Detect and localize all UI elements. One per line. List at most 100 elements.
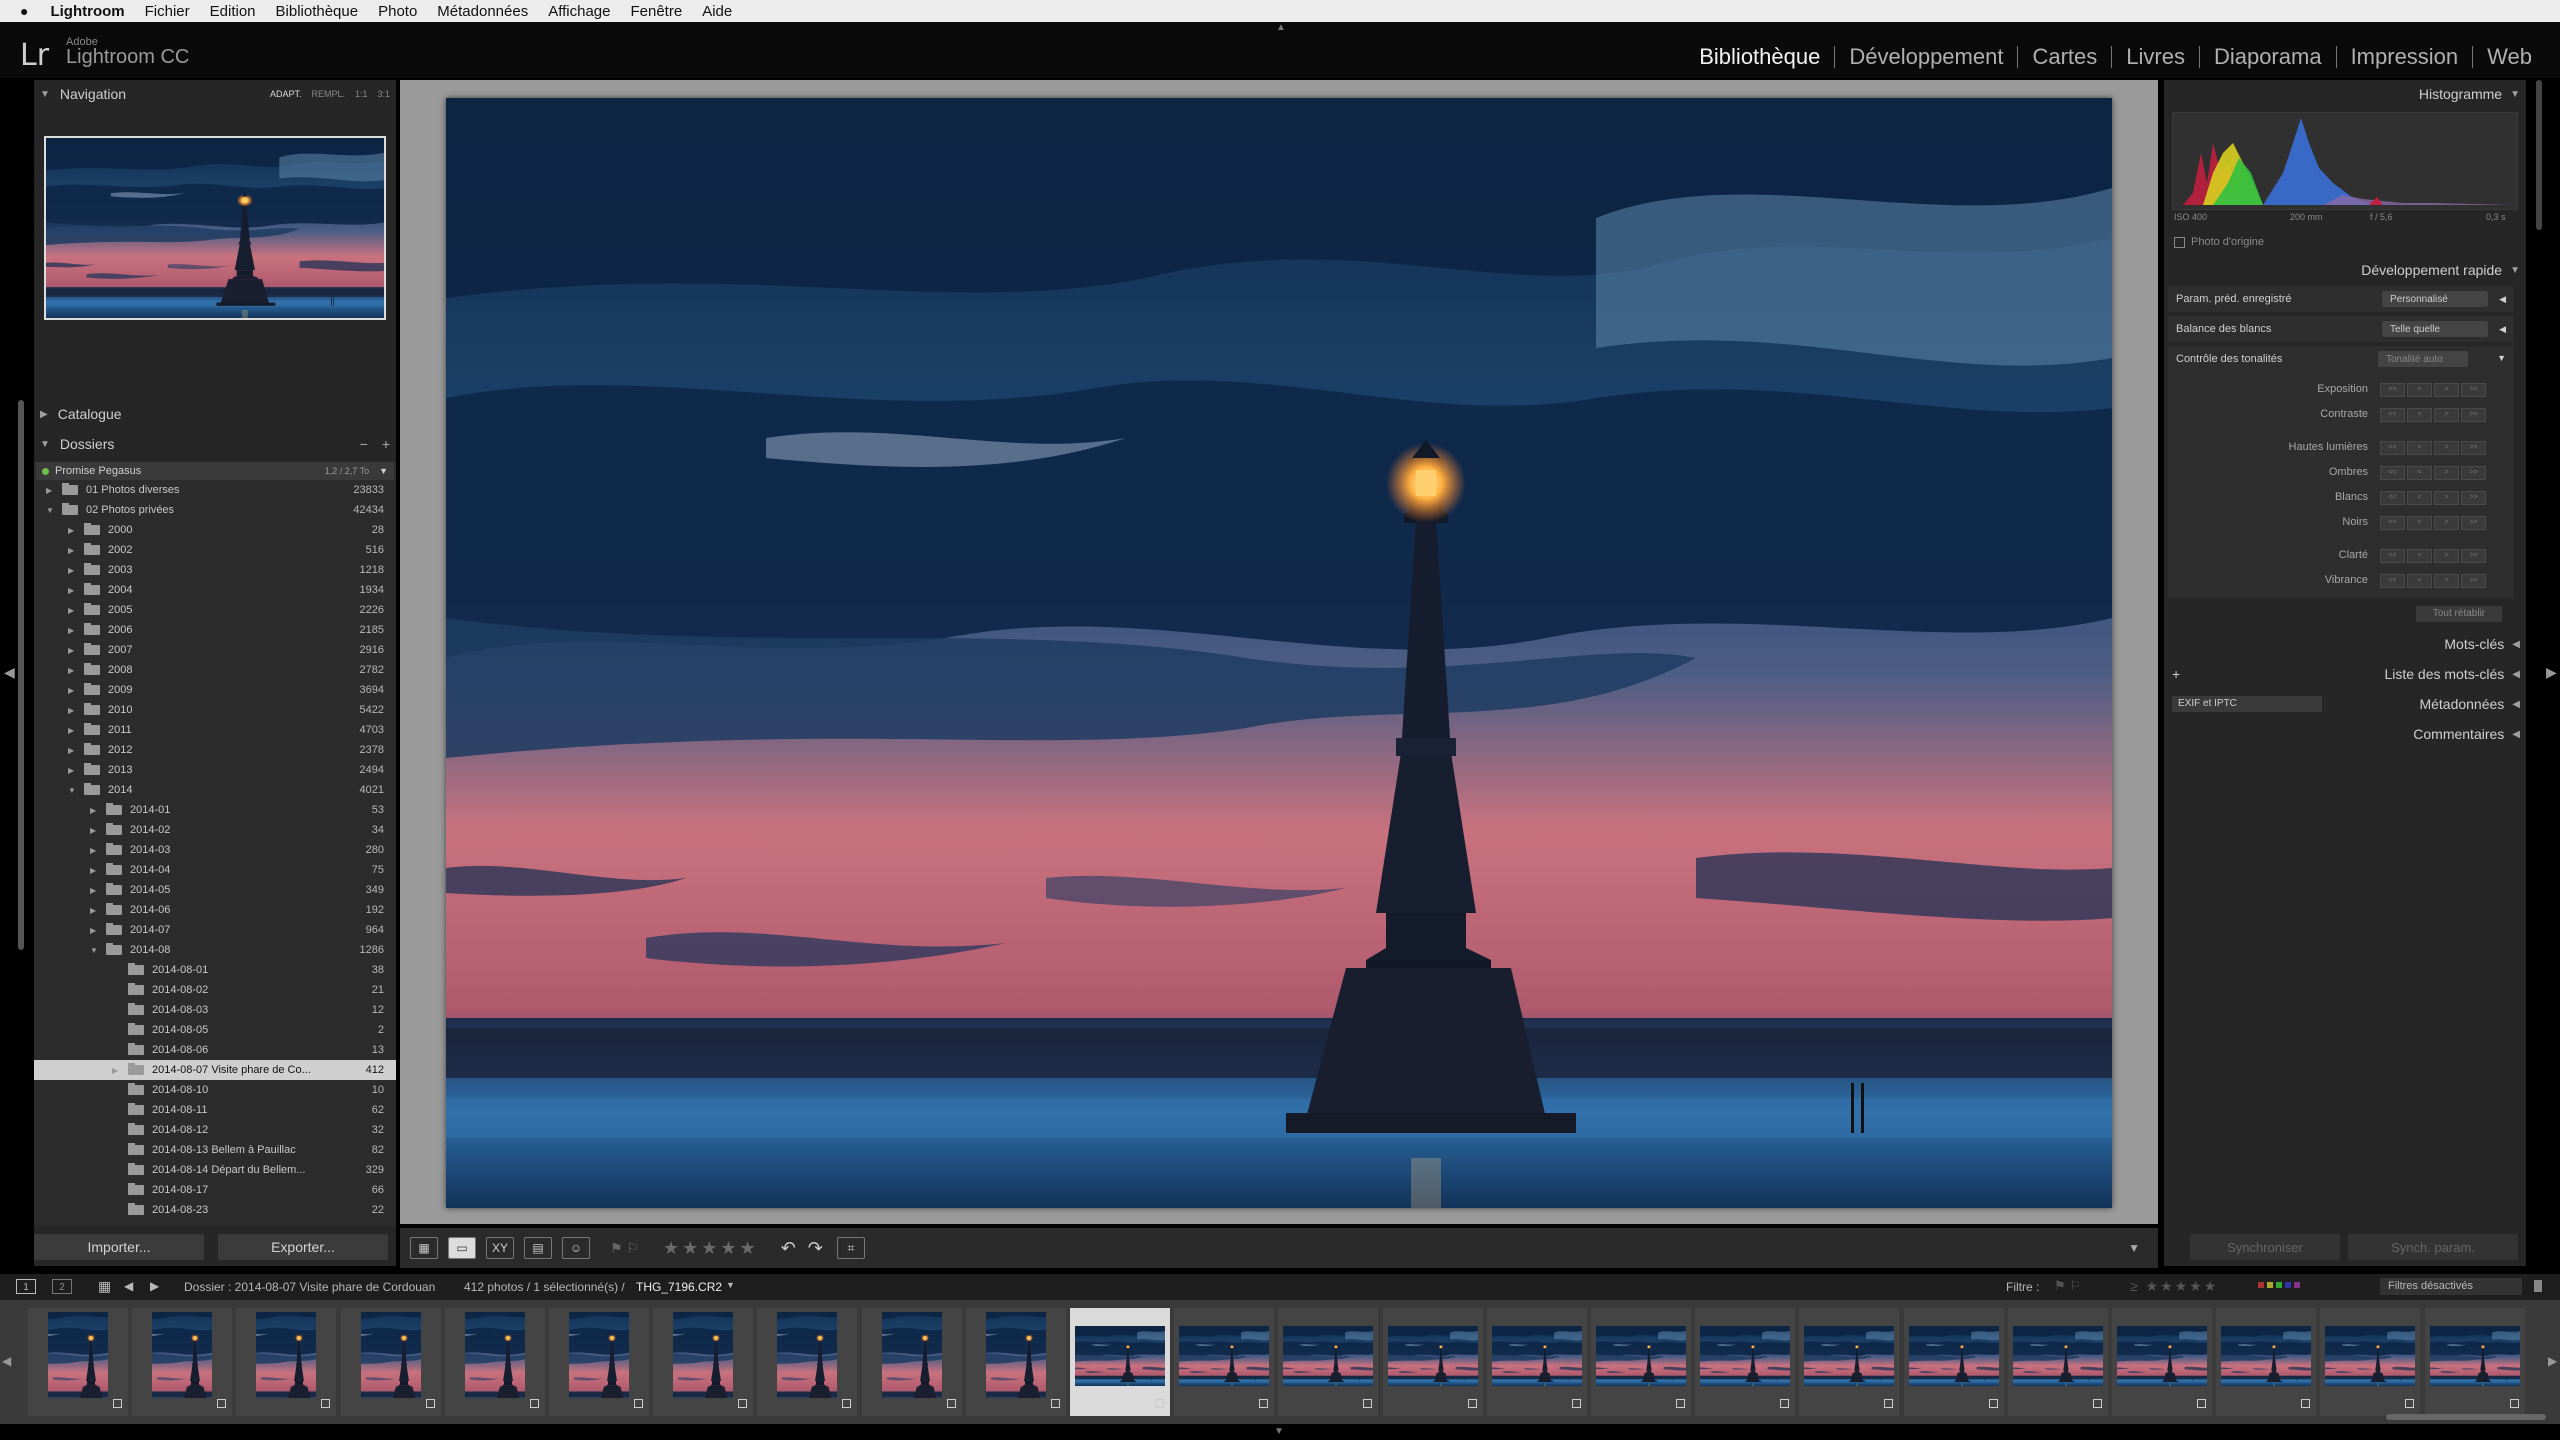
folder-disclosure-icon[interactable]: ▶	[90, 826, 100, 835]
import-button[interactable]: Importer...	[34, 1234, 204, 1260]
folder-row[interactable]: ▶ 2014-05 349	[34, 880, 396, 900]
folder-row[interactable]: ▼ 02 Photos privées 42434	[34, 500, 396, 520]
zoom-fill[interactable]: REMPL.	[311, 89, 345, 99]
volume-row[interactable]: Promise Pegasus 1,2 / 2,7 To ▼	[36, 462, 394, 480]
folder-row[interactable]: 2014-08-12 32	[34, 1120, 396, 1140]
folder-row[interactable]: 2014-08-10 10	[34, 1080, 396, 1100]
dossiers-header[interactable]: ▼ Dossiers − +	[34, 430, 396, 458]
shadows-buttons[interactable]: << < > >>	[2380, 466, 2486, 480]
folder-disclosure-icon[interactable]: ▼	[68, 786, 78, 795]
folder-row[interactable]: ▶ 2013 2494	[34, 760, 396, 780]
collapse-icon[interactable]: ▼	[2497, 353, 2506, 363]
filmstrip-thumbnail[interactable]	[2425, 1308, 2525, 1416]
filmstrip-thumbnail[interactable]	[862, 1308, 962, 1416]
filmstrip-thumbnail[interactable]	[1278, 1308, 1378, 1416]
filmstrip-thumbnail[interactable]	[28, 1308, 128, 1416]
exposure-buttons[interactable]: << < > >>	[2380, 383, 2486, 397]
module-bibliotheque[interactable]: Bibliothèque	[1685, 46, 1834, 68]
sync-settings-button[interactable]: Synch. param.	[2348, 1234, 2518, 1260]
sync-button[interactable]: Synchroniser	[2190, 1234, 2340, 1260]
survey-view-icon[interactable]: ▤	[524, 1237, 552, 1259]
grid-icon[interactable]: ▦	[98, 1278, 111, 1295]
filmstrip-thumbnail[interactable]	[2320, 1308, 2420, 1416]
menu-photo[interactable]: Photo	[378, 3, 417, 20]
filmstrip-thumbnail[interactable]	[2008, 1308, 2108, 1416]
original-photo-toggle[interactable]: Photo d'origine	[2174, 236, 2264, 248]
filter-lock-icon[interactable]	[2534, 1280, 2542, 1292]
folder-row[interactable]: ▶ 2003 1218	[34, 560, 396, 580]
white-balance-select[interactable]: Telle quelle	[2382, 321, 2488, 337]
contrast-buttons[interactable]: << < > >>	[2380, 408, 2486, 422]
folder-row[interactable]: ▶ 2014-07 964	[34, 920, 396, 940]
folder-disclosure-icon[interactable]: ▶	[112, 1066, 122, 1075]
next-icon[interactable]: ▶	[150, 1279, 159, 1293]
filmstrip-thumbnail[interactable]	[549, 1308, 649, 1416]
filmstrip-thumbnail[interactable]	[2216, 1308, 2316, 1416]
add-folder-button[interactable]: +	[382, 436, 390, 452]
histogram[interactable]	[2172, 112, 2518, 210]
folder-row[interactable]: 2014-08-02 21	[34, 980, 396, 1000]
export-button[interactable]: Exporter...	[218, 1234, 388, 1260]
compare-view-icon[interactable]: XY	[486, 1237, 514, 1259]
folder-row[interactable]: ▶ 2009 3694	[34, 680, 396, 700]
module-cartes[interactable]: Cartes	[2017, 46, 2111, 68]
filmstrip-thumbnail[interactable]	[236, 1308, 336, 1416]
folder-row[interactable]: 2014-08-05 2	[34, 1020, 396, 1040]
filmstrip-thumbnail[interactable]	[1174, 1308, 1274, 1416]
filmstrip-thumbnail[interactable]	[445, 1308, 545, 1416]
folder-row[interactable]: 2014-08-06 13	[34, 1040, 396, 1060]
filmstrip-thumbnail[interactable]	[757, 1308, 857, 1416]
filmstrip-thumbnail[interactable]	[1904, 1308, 2004, 1416]
folder-row[interactable]: 2014-08-03 12	[34, 1000, 396, 1020]
folder-disclosure-icon[interactable]: ▶	[68, 526, 78, 535]
folder-disclosure-icon[interactable]: ▶	[90, 806, 100, 815]
folder-row[interactable]: 2014-08-11 62	[34, 1100, 396, 1120]
metadata-preset-select[interactable]: EXIF et IPTC	[2172, 696, 2322, 712]
preset-select[interactable]: Personnalisé	[2382, 291, 2488, 307]
loupe-view-icon[interactable]: ▭	[448, 1237, 476, 1259]
crop-overlay-icon[interactable]: ⌗	[836, 1237, 865, 1259]
zoom-3-1[interactable]: 3:1	[377, 89, 390, 99]
bottom-panel-toggle-icon[interactable]: ▼	[1274, 1426, 1284, 1437]
expand-icon[interactable]: ◀	[2499, 324, 2506, 335]
folder-row[interactable]: ▶ 2014-08-07 Visite phare de Co... 412	[34, 1060, 396, 1080]
filmstrip-left-arrow-icon[interactable]: ◀	[2, 1354, 11, 1368]
volume-menu-icon[interactable]: ▼	[379, 466, 388, 476]
rating-filter-stars[interactable]: ≥ ★★★★★	[2130, 1278, 2218, 1295]
folder-row[interactable]: ▶ 2006 2185	[34, 620, 396, 640]
flag-filter-icon[interactable]: ⚑ ⚐	[2054, 1278, 2081, 1294]
keyword-list-header[interactable]: + Liste des mots-clés ◀	[2164, 660, 2526, 688]
folder-disclosure-icon[interactable]: ▶	[90, 846, 100, 855]
expand-icon[interactable]: ◀	[2499, 294, 2506, 305]
whites-buttons[interactable]: << < > >>	[2380, 491, 2486, 505]
folder-disclosure-icon[interactable]: ▶	[90, 866, 100, 875]
folder-row[interactable]: 2014-08-23 22	[34, 1200, 396, 1220]
auto-tone-button[interactable]: Tonalité auto	[2378, 351, 2468, 367]
module-livres[interactable]: Livres	[2111, 46, 2199, 68]
right-panel-toggle-icon[interactable]: ▶	[2546, 664, 2557, 681]
menu-edition[interactable]: Edition	[210, 3, 256, 20]
menu-aide[interactable]: Aide	[702, 3, 732, 20]
menu-app[interactable]: Lightroom	[50, 3, 124, 20]
zoom-fit[interactable]: ADAPT.	[270, 89, 302, 99]
module-web[interactable]: Web	[2472, 46, 2546, 68]
screen-1-button[interactable]: 1	[16, 1279, 36, 1294]
filmstrip-thumbnail[interactable]	[1695, 1308, 1795, 1416]
menu-fichier[interactable]: Fichier	[145, 3, 190, 20]
folder-row[interactable]: ▶ 2014-02 34	[34, 820, 396, 840]
blacks-buttons[interactable]: << < > >>	[2380, 516, 2486, 530]
keywords-header[interactable]: Mots-clés ◀	[2164, 630, 2526, 658]
folder-disclosure-icon[interactable]: ▶	[68, 666, 78, 675]
filmstrip-thumbnail[interactable]	[1487, 1308, 1587, 1416]
filmstrip-thumbnail[interactable]	[1070, 1308, 1170, 1416]
rotate-left-icon[interactable]: ↶	[781, 1238, 796, 1259]
module-impression[interactable]: Impression	[2335, 46, 2473, 68]
filmstrip-thumbnail[interactable]	[132, 1308, 232, 1416]
filmstrip-thumbnail[interactable]	[966, 1308, 1066, 1416]
folder-row[interactable]: 2014-08-17 66	[34, 1180, 396, 1200]
folder-disclosure-icon[interactable]: ▶	[68, 626, 78, 635]
clarity-buttons[interactable]: << < > >>	[2380, 549, 2486, 563]
navigation-header[interactable]: ▼ Navigation ADAPT. REMPL. 1:1 3:1	[34, 80, 396, 108]
folder-row[interactable]: ▶ 2007 2916	[34, 640, 396, 660]
folder-row[interactable]: ▼ 2014-08 1286	[34, 940, 396, 960]
